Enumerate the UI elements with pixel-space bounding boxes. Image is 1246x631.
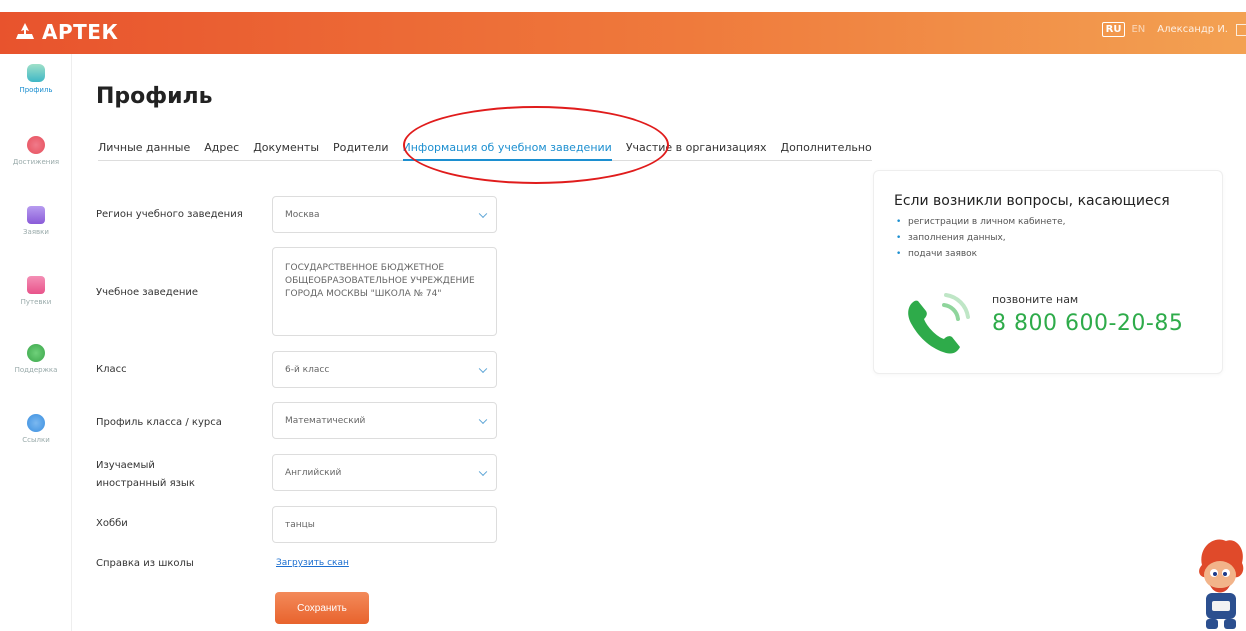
sidebar-item-vouchers[interactable]: Путевки [0, 276, 72, 306]
lang-en-button[interactable]: EN [1131, 24, 1145, 35]
phone-icon [908, 293, 970, 354]
annotation-highlight-ellipse [403, 106, 669, 184]
foreign-language-select[interactable]: Английский [272, 454, 497, 491]
help-list-item: подачи заявок [896, 249, 1065, 259]
tab-additional[interactable]: Дополнительно [781, 141, 872, 154]
applications-icon [27, 206, 45, 224]
profile-icon [27, 64, 45, 82]
help-title: Если возникли вопросы, касающиеся [894, 193, 1170, 209]
header-right: RU EN Александр И. [1101, 22, 1246, 37]
region-value: Москва [285, 209, 320, 220]
sidebar-item-label: Заявки [23, 228, 49, 236]
sidebar-item-label: Путевки [20, 298, 52, 306]
sidebar: Профиль Достижения Заявки Путевки Поддер… [0, 54, 72, 631]
mascot-icon[interactable] [1192, 535, 1246, 631]
sidebar-item-label: Поддержка [14, 366, 58, 374]
tab-address[interactable]: Адрес [204, 141, 239, 154]
class-value: 6-й класс [285, 364, 330, 375]
sidebar-item-achievements[interactable]: Достижения [0, 136, 72, 166]
achievements-icon [27, 136, 45, 154]
course-profile-label: Профиль класса / курса [96, 417, 222, 428]
chevron-down-icon [478, 209, 488, 218]
upload-scan-link[interactable]: Загрузить скан [276, 558, 349, 568]
chevron-down-icon [478, 415, 488, 424]
help-card: Если возникли вопросы, касающиеся регист… [873, 170, 1223, 374]
tab-parents[interactable]: Родители [333, 141, 388, 154]
sidebar-item-applications[interactable]: Заявки [0, 206, 72, 236]
chevron-down-icon [478, 364, 488, 373]
foreign-language-label-line2: иностранный язык [96, 478, 195, 489]
lang-ru-button[interactable]: RU [1101, 22, 1126, 37]
school-value: ГОСУДАРСТВЕННОЕ БЮДЖЕТНОЕ ОБЩЕОБРАЗОВАТЕ… [285, 263, 475, 299]
sidebar-item-label: Профиль [19, 86, 53, 94]
sidebar-item-label: Ссылки [22, 436, 50, 444]
sidebar-item-label: Достижения [12, 158, 60, 166]
user-name[interactable]: Александр И. [1157, 24, 1228, 35]
vouchers-icon [27, 276, 45, 294]
logo[interactable]: АРТЕК [14, 20, 118, 44]
school-field[interactable]: ГОСУДАРСТВЕННОЕ БЮДЖЕТНОЕ ОБЩЕОБРАЗОВАТЕ… [272, 247, 497, 336]
tab-documents[interactable]: Документы [253, 141, 319, 154]
logo-text: АРТЕК [42, 20, 119, 44]
region-label: Регион учебного заведения [96, 209, 243, 220]
tab-personal-data[interactable]: Личные данные [98, 141, 190, 154]
help-list: регистрации в личном кабинете, заполнени… [896, 217, 1066, 265]
region-select[interactable]: Москва [272, 196, 497, 233]
logout-icon[interactable] [1236, 23, 1246, 36]
sidebar-item-profile[interactable]: Профиль [0, 64, 72, 94]
class-label: Класс [96, 364, 127, 375]
call-us-text: позвоните нам [992, 293, 1079, 306]
chevron-down-icon [478, 467, 488, 476]
certificate-label: Справка из школы [96, 558, 194, 569]
foreign-language-label: Изучаемый иностранный язык [96, 457, 195, 493]
links-icon [27, 414, 45, 432]
page-title: Профиль [96, 84, 213, 109]
hobby-value: танцы [285, 519, 315, 530]
hobby-label: Хобби [96, 518, 128, 529]
school-label: Учебное заведение [96, 287, 199, 298]
sidebar-item-links[interactable]: Ссылки [0, 414, 72, 444]
hobby-input[interactable]: танцы [272, 506, 497, 543]
phone-number[interactable]: 8 800 600-20-85 [992, 311, 1183, 336]
foreign-language-value: Английский [285, 467, 342, 478]
top-bar: АРТЕК RU EN Александр И. [0, 12, 1246, 54]
help-list-item: заполнения данных, [896, 233, 1065, 243]
help-list-item: регистрации в личном кабинете, [896, 217, 1066, 227]
class-select[interactable]: 6-й класс [272, 351, 497, 388]
artek-logo-icon [16, 23, 34, 39]
course-profile-select[interactable]: Математический [272, 402, 497, 439]
course-profile-value: Математический [285, 415, 366, 426]
foreign-language-label-line1: Изучаемый [96, 460, 155, 471]
support-icon [27, 344, 45, 362]
sidebar-item-support[interactable]: Поддержка [0, 344, 72, 374]
save-button[interactable]: Сохранить [275, 592, 369, 624]
